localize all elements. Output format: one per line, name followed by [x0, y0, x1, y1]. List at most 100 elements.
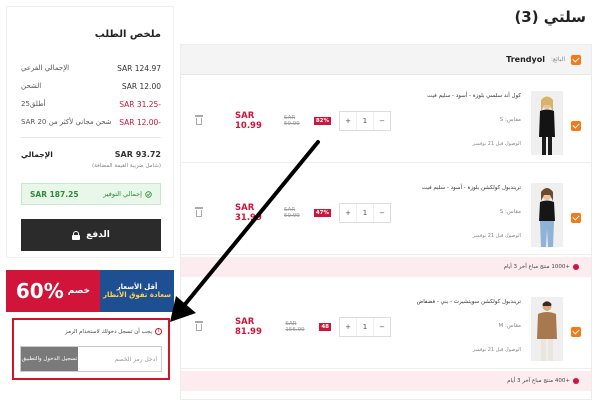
savings-icon — [145, 190, 152, 198]
tag-icon — [573, 378, 579, 384]
promo-banner[interactable]: خصم 60% أقل الأسعار سعادة تفوق الأنظار — [6, 270, 174, 312]
price-group: SAR 81.99 SAR 156.99 48 — [235, 317, 331, 337]
login-apply-button[interactable]: تسجيل الدخول والتطبيق — [21, 347, 78, 371]
checkbox-checked-icon[interactable] — [571, 213, 581, 223]
quantity-value: 1 — [357, 318, 374, 336]
savings-box: إجمالي التوفير SAR 187.25 — [21, 183, 161, 205]
total-value: SAR 93.72 — [114, 149, 161, 159]
discount-badge: 82% — [313, 117, 331, 125]
delivery-date: الوصول قبل 21 نوفمبر — [472, 347, 521, 353]
product-name[interactable]: تريندبول كولكشن سويتشيرت - بني - فضفاض — [417, 299, 521, 305]
product-image[interactable] — [531, 91, 563, 155]
decrease-button[interactable]: − — [374, 112, 390, 130]
delivery-date: الوصول قبل 21 نوفمبر — [472, 141, 521, 147]
quantity-stepper: + 1 − — [339, 317, 391, 337]
lock-icon — [72, 230, 81, 240]
subtotal-label: الإجمالي الفرعي — [21, 64, 70, 72]
subtotal-value: SAR 124.97 — [117, 63, 161, 73]
discount-badge: 47% — [313, 209, 331, 217]
quantity-value: 1 — [357, 204, 374, 222]
summary-row-shipping: SAR 12.00 الشحن — [21, 79, 161, 93]
promo-line2: سعادة تفوق الأنظار — [102, 291, 172, 299]
price-group: SAR 10.99 SAR 59.99 82% — [235, 111, 331, 131]
cart-item: تريندبول كولكشن بلوزة - أسود - سليم فيت … — [181, 175, 591, 255]
checkbox-checked-icon[interactable] — [571, 327, 581, 337]
coupon-code-input[interactable] — [78, 347, 161, 371]
product-name[interactable]: كول أند سلسي بلوزة - أسود - سليم فيت — [427, 93, 521, 99]
coupon-discount-label: أطلق25 — [21, 100, 46, 108]
old-price: SAR 59.99 — [283, 115, 300, 127]
free-shipping-label: شحن مجاني لأكثر من SAR 20 — [21, 118, 112, 126]
promo-discount-word: خصم — [67, 286, 91, 296]
coupon-row: تسجيل الدخول والتطبيق — [20, 346, 162, 372]
product-size: مقاس: S — [499, 209, 521, 215]
coupon-discount-value: SAR 31.25- — [119, 99, 161, 109]
checkbox-checked-icon[interactable] — [571, 121, 581, 131]
checkout-label: الدفع — [86, 230, 110, 240]
increase-button[interactable]: + — [340, 318, 357, 336]
tag-icon — [573, 264, 579, 270]
cart-title: سلتي (3) — [514, 8, 586, 26]
free-shipping-value: SAR 12.00- — [119, 117, 161, 127]
current-price: SAR 31.99 — [235, 203, 262, 223]
current-price: SAR 81.99 — [235, 317, 262, 337]
old-price: SAR 156.99 — [285, 321, 305, 333]
summary-title: ملخص الطلب — [94, 29, 161, 40]
product-size: مقاس: M — [498, 323, 521, 329]
shipping-label: الشحن — [21, 82, 42, 90]
info-icon: i — [155, 328, 162, 335]
promo-line1: أقل الأسعار — [116, 283, 158, 291]
cart-item: تريندبول كولكشن سويتشيرت - بني - فضفاض م… — [181, 289, 591, 369]
coupon-box: i يجب أن تسجل دخولك لاستخدام الرمز تسجيل… — [12, 318, 170, 380]
coupon-login-message: i يجب أن تسجل دخولك لاستخدام الرمز — [65, 328, 162, 335]
sales-count-strip: +400 منتج مباع آخر 3 أيام — [181, 371, 591, 391]
promo-text: أقل الأسعار سعادة تفوق الأنظار — [100, 270, 174, 312]
summary-row-total: SAR 93.72 الإجمالي — [21, 147, 161, 161]
trash-icon[interactable] — [195, 321, 203, 331]
promo-percent: 60% — [15, 279, 64, 303]
product-size: مقاس: S — [499, 117, 521, 123]
cart-panel: البائع: Trendyol كول أند سلسي بلوزة - أس… — [180, 44, 592, 400]
summary-row-subtotal: SAR 124.97 الإجمالي الفرعي — [21, 61, 161, 75]
product-photo-woman-black-top-jeans — [531, 183, 563, 247]
quantity-stepper: + 1 − — [339, 111, 391, 131]
seller-label: البائع: — [550, 56, 565, 63]
product-photo-man-brown-sweatshirt — [531, 297, 563, 361]
sales-count-strip: +1000 منتج مباع آخر 3 أيام — [181, 257, 591, 277]
product-image[interactable] — [531, 183, 563, 247]
savings-label: إجمالي التوفير — [103, 190, 142, 198]
decrease-button[interactable]: − — [374, 204, 390, 222]
trash-icon[interactable] — [195, 115, 203, 125]
checkout-button[interactable]: الدفع — [21, 219, 161, 251]
increase-button[interactable]: + — [340, 204, 357, 222]
cart-item: كول أند سلسي بلوزة - أسود - سليم فيت مقا… — [181, 83, 591, 163]
increase-button[interactable]: + — [340, 112, 357, 130]
quantity-stepper: + 1 − — [339, 203, 391, 223]
product-image[interactable] — [531, 297, 563, 361]
checkbox-checked-icon[interactable] — [571, 54, 581, 65]
seller-name[interactable]: Trendyol — [506, 55, 545, 64]
quantity-value: 1 — [357, 112, 374, 130]
product-photo-woman-black-blouse — [531, 91, 563, 155]
shipping-value: SAR 12.00 — [121, 81, 161, 91]
total-label: الإجمالي — [21, 149, 53, 159]
summary-divider — [21, 137, 161, 138]
sales-count-text: +1000 منتج مباع آخر 3 أيام — [503, 264, 570, 270]
product-name[interactable]: تريندبول كولكشن بلوزة - أسود - سليم فيت — [422, 185, 521, 191]
old-price: SAR 59.99 — [283, 207, 300, 219]
price-group: SAR 31.99 SAR 59.99 47% — [235, 203, 331, 223]
discount-badge: 48 — [319, 323, 331, 331]
sales-count-text: +400 منتج مباع آخر 3 أيام — [507, 378, 570, 384]
seller-bar: البائع: Trendyol — [181, 45, 591, 75]
decrease-button[interactable]: − — [374, 318, 390, 336]
summary-row-coupon: SAR 31.25- أطلق25 — [21, 97, 161, 111]
trash-icon[interactable] — [195, 207, 203, 217]
delivery-date: الوصول قبل 21 نوفمبر — [472, 233, 521, 239]
summary-row-free-shipping: SAR 12.00- شحن مجاني لأكثر من SAR 20 — [21, 115, 161, 129]
savings-label-wrap: إجمالي التوفير — [103, 190, 152, 198]
promo-discount: خصم 60% — [6, 270, 100, 312]
savings-value: SAR 187.25 — [30, 189, 79, 199]
current-price: SAR 10.99 — [235, 111, 262, 131]
order-summary: ملخص الطلب SAR 124.97 الإجمالي الفرعي SA… — [6, 6, 174, 258]
coupon-message-text: يجب أن تسجل دخولك لاستخدام الرمز — [65, 328, 152, 335]
